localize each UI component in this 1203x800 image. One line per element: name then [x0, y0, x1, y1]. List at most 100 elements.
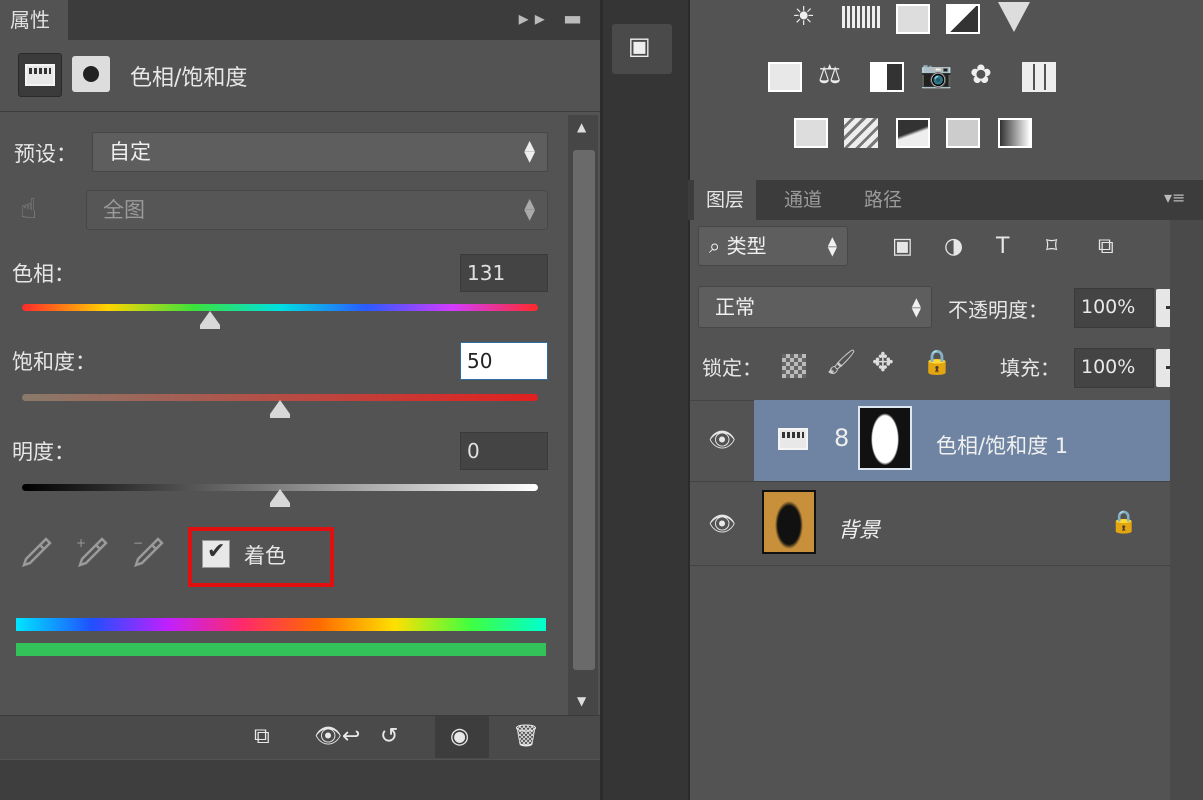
tab-channels[interactable]: 通道: [772, 180, 834, 220]
fill-field[interactable]: 100%: [1074, 348, 1154, 388]
lock-icon: 🔒: [1110, 510, 1138, 535]
scroll-down-icon[interactable]: ▼: [577, 694, 586, 708]
preset-value: 自定: [109, 140, 151, 164]
gradient-map-icon[interactable]: [998, 118, 1032, 148]
input-color-bar: [16, 618, 546, 631]
filter-adjustment-icon[interactable]: ◑: [944, 234, 963, 259]
filter-pixel-icon[interactable]: ▣: [892, 234, 913, 259]
fill-label: 填充：: [1000, 356, 1060, 380]
brightness-icon[interactable]: ☀: [792, 2, 826, 32]
range-dropdown[interactable]: 全图 ▲ ▼: [86, 190, 548, 230]
properties-panel-button[interactable]: ▣: [612, 24, 672, 74]
preset-dropdown[interactable]: 自定 ▲ ▼: [92, 132, 548, 172]
selective-color-icon[interactable]: [946, 118, 980, 148]
layer-mask-thumbnail[interactable]: [858, 406, 912, 470]
lightness-label: 明度：: [12, 440, 75, 464]
hue-label: 色相：: [12, 262, 75, 286]
lock-label: 锁定：: [702, 356, 762, 380]
channel-mixer-icon[interactable]: ✿: [970, 60, 1004, 90]
panel-menu-icon[interactable]: ▸▸ ▬: [519, 6, 588, 30]
cube-icon: ▣: [628, 32, 651, 60]
reset-icon[interactable]: ↺: [380, 724, 398, 749]
lightness-slider-thumb[interactable]: [270, 489, 290, 507]
eyedropper-plus-icon[interactable]: +: [76, 535, 110, 569]
layers-panel-menu-icon[interactable]: ▾≡: [1164, 188, 1185, 207]
colorize-checkbox[interactable]: [202, 539, 230, 568]
properties-scroll-thumb[interactable]: [573, 150, 595, 670]
lock-all-icon[interactable]: 🔒: [922, 348, 952, 376]
lock-transparent-pixels-icon[interactable]: [782, 354, 806, 378]
color-balance-icon[interactable]: ⚖: [818, 60, 852, 90]
adjustment-layer-icon: [778, 428, 808, 450]
eyedropper-icon[interactable]: [20, 535, 54, 569]
blend-mode-value: 正常: [715, 295, 755, 319]
layer-thumbnail[interactable]: [762, 490, 816, 554]
tab-properties[interactable]: 属性: [0, 0, 68, 40]
updown-arrows-icon: ▲ ▼: [911, 295, 921, 319]
preset-label: 预设：: [14, 142, 77, 166]
photo-filter-icon[interactable]: 📷: [920, 60, 954, 90]
opacity-field[interactable]: 100%: [1074, 288, 1154, 328]
tab-paths[interactable]: 路径: [852, 180, 914, 220]
eyedropper-minus-icon[interactable]: −: [132, 535, 166, 569]
lock-position-icon[interactable]: ✥: [872, 348, 894, 378]
blend-mode-dropdown[interactable]: 正常 ▲ ▼: [698, 286, 932, 328]
hue-saturation-adj-icon[interactable]: [768, 62, 802, 92]
properties-bottom-toolbar: [0, 715, 600, 759]
adjustment-title: 色相/饱和度: [130, 66, 248, 91]
updown-arrows-icon: ▲ ▼: [524, 196, 535, 223]
toggle-visibility-icon[interactable]: ◉: [450, 724, 469, 749]
eye-icon[interactable]: 👁: [708, 512, 736, 537]
colorize-label: 着色: [244, 544, 286, 568]
lock-image-pixels-icon[interactable]: 🖌: [826, 348, 856, 376]
layer-name[interactable]: 背景: [838, 514, 880, 544]
layers-tabbar: [688, 180, 1203, 220]
curves-icon[interactable]: [896, 4, 930, 34]
layers-scrollbar[interactable]: [1170, 220, 1203, 800]
filter-type-icon[interactable]: T: [996, 234, 1009, 259]
svg-text:−: −: [133, 536, 143, 550]
properties-tabbar: [0, 0, 600, 40]
properties-footer: [0, 760, 600, 800]
levels-icon[interactable]: [842, 6, 882, 28]
hue-saturation-icon: [25, 64, 55, 86]
kind-filter-value: 类型: [726, 234, 767, 258]
tab-layers[interactable]: 图层: [694, 180, 757, 220]
posterize-icon[interactable]: [844, 118, 878, 148]
updown-arrows-icon: ▲ ▼: [827, 234, 837, 258]
filter-shape-icon[interactable]: ⌑: [1046, 234, 1057, 259]
output-color-bar: [16, 643, 546, 656]
updown-arrows-icon: ▲ ▼: [524, 138, 535, 165]
threshold-icon[interactable]: [896, 118, 930, 148]
delete-icon[interactable]: 🗑: [512, 724, 540, 749]
eye-icon[interactable]: 👁: [708, 428, 736, 453]
vibrance-icon[interactable]: [998, 2, 1030, 32]
view-previous-state-icon[interactable]: 👁↩: [314, 724, 360, 749]
mask-button[interactable]: [72, 56, 110, 92]
targeted-adjust-hand-icon[interactable]: ☝: [20, 192, 37, 225]
hue-slider-thumb[interactable]: [200, 311, 220, 329]
saturation-value-field[interactable]: 50: [460, 342, 548, 380]
opacity-label: 不透明度：: [948, 298, 1048, 322]
invert-icon[interactable]: [794, 118, 828, 148]
search-icon: ⌕: [709, 234, 727, 258]
color-lookup-icon[interactable]: [1022, 62, 1056, 92]
saturation-slider-thumb[interactable]: [270, 400, 290, 418]
saturation-label: 饱和度：: [12, 350, 96, 374]
hue-slider-track[interactable]: [22, 304, 538, 311]
adjustment-settings-button[interactable]: [18, 53, 62, 97]
scroll-up-icon[interactable]: ▲: [577, 120, 586, 134]
hue-value-field[interactable]: 131: [460, 254, 548, 292]
svg-text:+: +: [76, 536, 86, 550]
properties-panel: 属性 ▸▸ ▬ 色相/饱和度 预设： 自定 ▲ ▼ ☝ 全图 ▲ ▼ 色相： 131…: [0, 0, 600, 800]
exposure-icon[interactable]: [946, 4, 980, 34]
filter-smart-object-icon[interactable]: ⧉: [1098, 234, 1114, 259]
link-icon[interactable]: 8: [834, 424, 849, 452]
black-white-icon[interactable]: [870, 62, 904, 92]
layer-name[interactable]: 色相/饱和度 1: [936, 430, 1068, 460]
lightness-value-field[interactable]: 0: [460, 432, 548, 470]
collapsed-panel-strip: [600, 0, 688, 800]
range-value: 全图: [103, 198, 145, 222]
clip-to-layer-icon[interactable]: ⧉: [254, 724, 270, 749]
kind-filter-dropdown[interactable]: ⌕ 类型 ▲ ▼: [698, 226, 848, 266]
